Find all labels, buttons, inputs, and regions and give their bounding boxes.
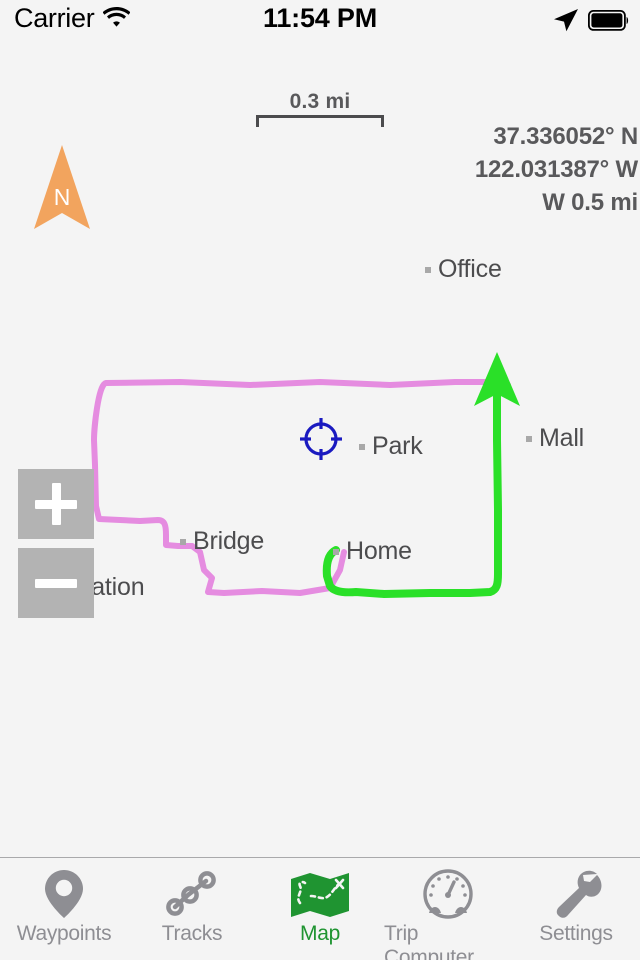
waypoint-marker-park[interactable]: Park [359, 432, 423, 461]
waypoint-label: Bridge [193, 527, 265, 555]
waypoint-dot-icon [359, 443, 365, 450]
waypoint-label: Office [438, 255, 502, 283]
coordinates-readout: 37.336052° N 122.031387° W W 0.5 mi [475, 120, 638, 219]
waypoint-dot-icon [526, 435, 532, 442]
waypoint-marker-office[interactable]: Office [425, 255, 502, 284]
waypoint-dot-icon [180, 538, 186, 545]
tab-settings[interactable]: Settings [512, 858, 640, 960]
tab-map[interactable]: Map [256, 858, 384, 960]
zoom-controls [18, 469, 94, 627]
bearing-distance-value: W 0.5 mi [542, 189, 638, 216]
tab-label: Waypoints [16, 922, 112, 945]
wrench-icon [550, 869, 602, 919]
waypoint-marker-bridge[interactable]: Bridge [180, 527, 264, 556]
waypoint-dot-icon [425, 266, 431, 273]
map-pin-icon [41, 869, 87, 919]
tab-label: Tracks [161, 922, 223, 945]
tab-label: Trip Computer [384, 922, 474, 960]
longitude-value: 122.031387° W [474, 156, 638, 183]
tab-label: Map [300, 922, 340, 945]
waypoint-label: Home [346, 537, 412, 565]
waypoint-label: Mall [539, 424, 585, 452]
scale-bar-rule [256, 115, 384, 127]
waypoint-marker-mall[interactable]: Mall [526, 424, 584, 453]
battery-full-icon [587, 9, 630, 36]
waypoint-marker-home[interactable]: Home [333, 537, 412, 566]
scale-bar-label: 0.3 mi [289, 90, 351, 113]
track-nodes-icon [166, 869, 218, 919]
app-screen: Carrier 11:54 PM 0.3 mi 37.336052° N 122… [0, 0, 640, 960]
tab-trip-computer[interactable]: Trip Computer [384, 858, 512, 960]
latitude-value: 37.336052° N [493, 123, 638, 150]
crosshair-position-icon [298, 416, 344, 467]
folded-map-icon [289, 869, 351, 919]
zoom-in-button[interactable] [18, 469, 94, 539]
zoom-out-button[interactable] [18, 548, 94, 618]
location-arrow-icon [553, 8, 579, 37]
scale-bar: 0.3 mi [256, 90, 384, 127]
status-bar-clock: 11:54 PM [263, 3, 377, 33]
tab-label: Settings [539, 922, 613, 945]
map-canvas[interactable]: 0.3 mi 37.336052° N 122.031387° W W 0.5 … [0, 40, 640, 857]
minus-icon [35, 578, 77, 588]
waypoint-dot-icon [333, 548, 339, 555]
status-bar: Carrier 11:54 PM [0, 0, 640, 40]
compass-north-arrow-icon[interactable]: N [32, 143, 92, 231]
svg-text:N: N [54, 184, 71, 210]
waypoint-label: Park [372, 432, 423, 460]
tab-waypoints[interactable]: Waypoints [0, 858, 128, 960]
tab-tracks[interactable]: Tracks [128, 858, 256, 960]
speedometer-icon [421, 869, 475, 919]
tab-bar: Waypoints Tracks Map Trip Computer Setti… [0, 857, 640, 960]
magenta-track-lower [93, 503, 195, 549]
status-bar-right [553, 8, 630, 37]
